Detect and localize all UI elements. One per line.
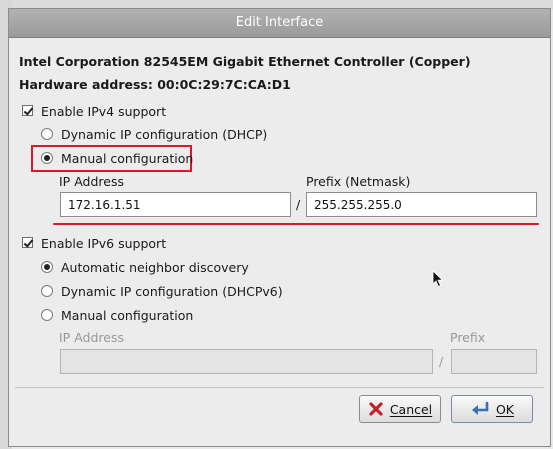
ipv6-manual-label[interactable]: Manual configuration	[61, 308, 193, 323]
ipv6-prefix-separator: /	[439, 354, 444, 369]
hardware-address: Hardware address: 00:0C:29:7C:CA:D1	[19, 77, 291, 92]
ipv6-prefix-label: Prefix	[450, 330, 486, 345]
ipv6-auto-radio[interactable]	[41, 261, 53, 273]
enable-ipv6-label[interactable]: Enable IPv6 support	[41, 236, 166, 251]
ipv4-prefix-separator: /	[296, 197, 301, 212]
ok-button[interactable]: OK	[451, 395, 533, 423]
cancel-button[interactable]: Cancel	[359, 395, 441, 423]
ipv6-ip-address-label: IP Address	[59, 330, 124, 345]
ipv4-dhcp-label[interactable]: Dynamic IP configuration (DHCP)	[61, 127, 267, 142]
edit-interface-dialog: Edit Interface Intel Corporation 82545EM…	[8, 8, 551, 447]
ipv4-manual-label[interactable]: Manual configuration	[61, 151, 193, 166]
button-divider	[15, 387, 544, 388]
cancel-button-label: Cancel	[389, 401, 433, 417]
enable-ipv4-label[interactable]: Enable IPv4 support	[41, 104, 166, 119]
cancel-icon	[368, 401, 384, 417]
ipv4-prefix-input[interactable]	[306, 192, 537, 217]
ipv4-ip-address-input[interactable]	[60, 192, 291, 217]
ipv6-manual-radio[interactable]	[41, 309, 53, 321]
ipv4-manual-radio[interactable]	[41, 152, 53, 164]
ipv4-ip-address-label: IP Address	[59, 174, 124, 189]
ipv6-dhcp-radio[interactable]	[41, 285, 53, 297]
enable-ipv6-checkbox[interactable]	[22, 237, 33, 248]
ipv6-ip-address-input[interactable]	[60, 349, 433, 374]
ok-button-label: OK	[495, 401, 515, 417]
ipv6-prefix-input[interactable]	[451, 349, 537, 374]
mouse-pointer-icon	[432, 270, 444, 291]
ipv4-dhcp-radio[interactable]	[41, 128, 53, 140]
ipv6-auto-label[interactable]: Automatic neighbor discovery	[61, 260, 249, 275]
ipv6-dhcp-label[interactable]: Dynamic IP configuration (DHCPv6)	[61, 284, 283, 299]
device-name: Intel Corporation 82545EM Gigabit Ethern…	[19, 54, 471, 69]
ipv4-prefix-label: Prefix (Netmask)	[306, 174, 411, 189]
ip-fields-underline	[53, 223, 539, 225]
dialog-title: Edit Interface	[9, 9, 550, 38]
enter-arrow-icon	[470, 401, 490, 417]
enable-ipv4-checkbox[interactable]	[22, 105, 33, 116]
